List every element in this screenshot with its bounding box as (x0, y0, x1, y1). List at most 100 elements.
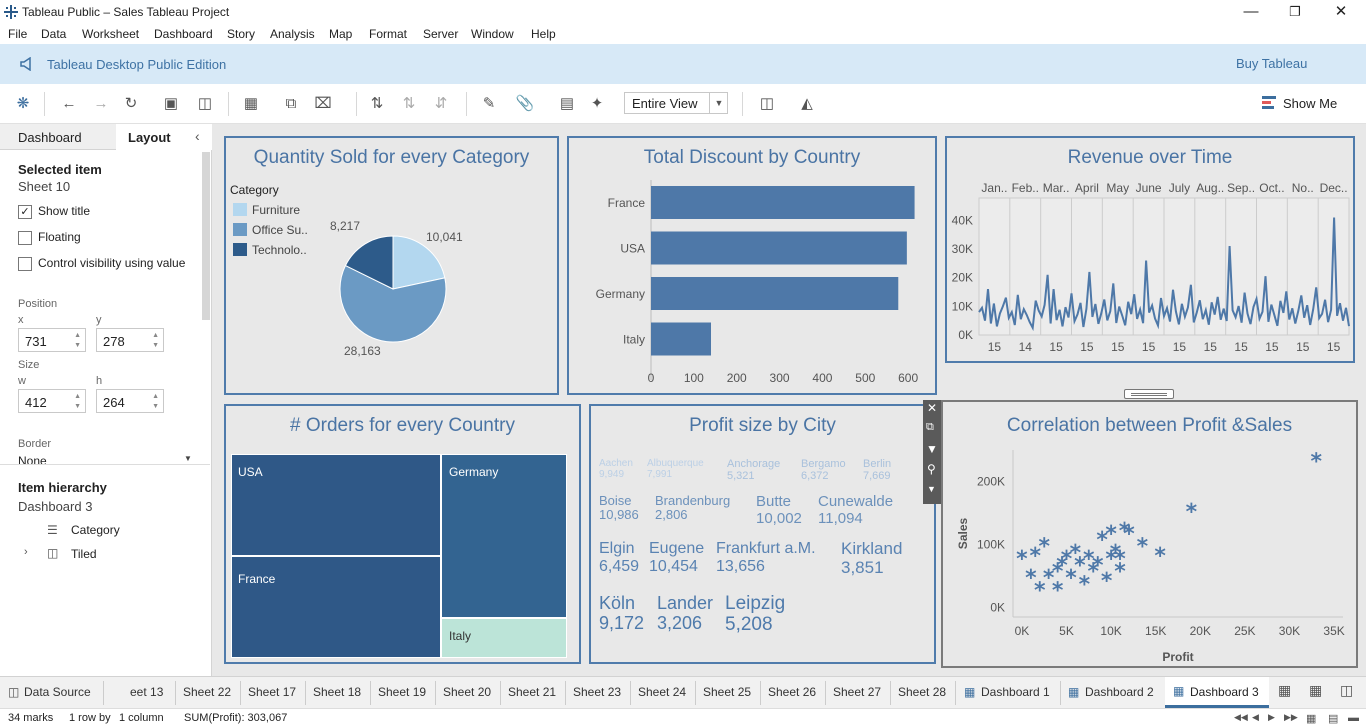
group-members-icon[interactable]: 📎 (514, 94, 536, 114)
last-sheet-icon[interactable]: ▶▶ (1284, 712, 1298, 723)
tab-dashboard-2[interactable]: Dashboard 2 (1085, 685, 1154, 699)
control-visibility-checkbox[interactable] (18, 257, 32, 271)
x-field[interactable]: 731 ▲ ▼ (18, 328, 86, 352)
duplicate-sheet-icon[interactable]: ⧉ (280, 94, 302, 114)
bar-chart[interactable]: France USA Germany Italy 0 100 200 300 400 500 600 (569, 178, 935, 393)
filmstrip-icon[interactable]: ▤ (1328, 712, 1338, 725)
tab-sheet-27[interactable]: Sheet 27 (833, 685, 881, 699)
more-options-icon[interactable]: ▼ (927, 484, 936, 494)
city-mark[interactable]: Berlin 7,669 (863, 458, 891, 482)
show-mark-labels-icon[interactable]: ▤ (556, 94, 578, 114)
city-mark[interactable]: Anchorage 5,321 (727, 458, 780, 482)
new-data-source-icon[interactable]: ◫ (194, 94, 216, 114)
tab-sheet-13[interactable]: eet 13 (130, 685, 163, 699)
show-me-button[interactable]: Show Me (1283, 96, 1337, 111)
city-mark[interactable]: Lander 3,206 (657, 593, 713, 634)
city-mark[interactable]: Albuquerque 7,991 (647, 458, 704, 480)
city-mark[interactable]: Eugene 10,454 (649, 540, 704, 575)
show-cards-icon[interactable]: ◫ (756, 94, 778, 114)
scatter-point[interactable]: * (1186, 500, 1198, 525)
fit-dropdown[interactable]: Entire View ▼ (624, 92, 728, 114)
tab-sheet-26[interactable]: Sheet 26 (768, 685, 816, 699)
first-sheet-icon[interactable]: ◀◀ (1234, 712, 1248, 723)
tab-sheet-17[interactable]: Sheet 17 (248, 685, 296, 699)
tabs-icon[interactable]: ▬ (1348, 712, 1359, 724)
scrollbar[interactable] (202, 152, 210, 320)
collapse-pane-icon[interactable]: ‹ (195, 128, 200, 144)
scatter-point[interactable]: * (1114, 547, 1126, 572)
treemap-cell-usa[interactable]: USA (231, 454, 441, 556)
city-mark[interactable]: Boise 10,986 (599, 493, 639, 523)
tab-sheet-18[interactable]: Sheet 18 (313, 685, 361, 699)
sort-ascending-icon[interactable]: ⇅ (398, 94, 420, 114)
city-profit-sheet[interactable]: Profit size by City Aachen 9,949 Albuquerq… (589, 404, 936, 664)
hierarchy-root[interactable]: Dashboard 3 (18, 499, 92, 514)
legend-label-furniture[interactable]: Furniture (252, 203, 300, 217)
presentation-mode-icon[interactable]: ◭ (796, 94, 818, 114)
city-mark[interactable]: Köln 9,172 (599, 593, 644, 634)
new-dashboard-icon[interactable]: ▦ (1309, 682, 1322, 699)
tab-sheet-23[interactable]: Sheet 23 (573, 685, 621, 699)
minimize-icon[interactable]: — (1228, 2, 1274, 22)
expand-icon[interactable]: › (24, 546, 28, 558)
hierarchy-item-category[interactable]: Category (71, 523, 120, 537)
city-mark[interactable]: Cunewalde 11,094 (818, 493, 893, 527)
scatter-point[interactable]: * (1310, 449, 1322, 474)
pie-chart[interactable] (338, 234, 448, 344)
line-chart[interactable]: Jan.. 15 Feb.. 14 Mar.. 15 April 15 May 15 June 15 J… (947, 180, 1353, 361)
bar[interactable] (651, 277, 899, 310)
tab-sheet-19[interactable]: Sheet 19 (378, 685, 426, 699)
pin-icon[interactable]: ⚲ (927, 462, 936, 476)
hierarchy-item-tiled[interactable]: Tiled (71, 547, 97, 561)
menu-format[interactable]: Format (369, 27, 407, 41)
legend-label-office[interactable]: Office Su.. (252, 223, 308, 237)
close-icon[interactable]: ✕ (1318, 2, 1364, 22)
city-mark[interactable]: Butte 10,002 (756, 493, 802, 527)
replay-icon[interactable]: ↻ (120, 94, 142, 114)
go-to-sheet-icon[interactable]: ⧉ (926, 421, 934, 434)
city-mark[interactable]: Aachen 9,949 (599, 458, 633, 480)
sheet-sorter-icon[interactable]: ▦ (1306, 712, 1316, 725)
tab-data-source[interactable]: Data Source (24, 685, 91, 699)
menu-file[interactable]: File (8, 27, 27, 41)
treemap-cell-italy[interactable]: Italy (441, 618, 567, 658)
save-icon[interactable]: ▣ (160, 94, 182, 114)
remove-icon[interactable]: ✕ (927, 401, 937, 415)
tab-sheet-28[interactable]: Sheet 28 (898, 685, 946, 699)
menu-story[interactable]: Story (227, 27, 255, 41)
city-mark[interactable]: Kirkland 3,851 (841, 539, 902, 577)
menu-worksheet[interactable]: Worksheet (82, 27, 139, 41)
new-story-icon[interactable]: ◫ (1340, 682, 1353, 699)
treemap-cell-germany[interactable]: Germany (441, 454, 567, 618)
show-title-checkbox[interactable]: ✓ (18, 205, 32, 219)
city-mark[interactable]: Brandenburg 2,806 (655, 493, 730, 523)
border-dropdown[interactable]: None ▼ (18, 452, 194, 464)
buy-tableau-link[interactable]: Buy Tableau (1236, 56, 1307, 71)
legend-label-tech[interactable]: Technolo.. (252, 243, 307, 257)
line-chart-sheet[interactable]: Revenue over Time Jan.. 15 Feb.. 14 Mar.. 15 A… (945, 136, 1355, 363)
tab-sheet-20[interactable]: Sheet 20 (443, 685, 491, 699)
new-worksheet-icon[interactable]: ▦ (240, 94, 262, 114)
pie-chart-sheet[interactable]: Quantity Sold for every Category Categor… (224, 136, 559, 395)
floating-checkbox[interactable] (18, 231, 32, 245)
filter-icon[interactable]: ▼ (926, 442, 938, 456)
next-sheet-icon[interactable]: ▶ (1268, 712, 1275, 723)
menu-window[interactable]: Window (471, 27, 514, 41)
city-mark[interactable]: Leipzig 5,208 (725, 593, 785, 636)
city-mark[interactable]: Frankfurt a.M. 13,656 (716, 540, 816, 575)
restore-icon[interactable]: ❐ (1272, 2, 1318, 22)
bar[interactable] (651, 231, 907, 265)
menu-analysis[interactable]: Analysis (270, 27, 315, 41)
tab-sheet-22[interactable]: Sheet 22 (183, 685, 231, 699)
pin-axes-icon[interactable]: ✦ (586, 94, 608, 114)
city-mark[interactable]: Bergamo 6,372 (801, 458, 846, 482)
scatter-point[interactable]: * (1101, 569, 1113, 594)
menu-dashboard[interactable]: Dashboard (154, 27, 213, 41)
tableau-home-icon[interactable]: ❋ (12, 94, 34, 114)
scatter-point[interactable]: * (1154, 544, 1166, 569)
height-field[interactable]: 264 ▲ ▼ (96, 389, 164, 413)
menu-server[interactable]: Server (423, 27, 458, 41)
treemap-sheet[interactable]: # Orders for every Country USA Germany F… (224, 404, 581, 664)
prev-sheet-icon[interactable]: ◀ (1252, 712, 1259, 723)
bar[interactable] (651, 322, 711, 356)
